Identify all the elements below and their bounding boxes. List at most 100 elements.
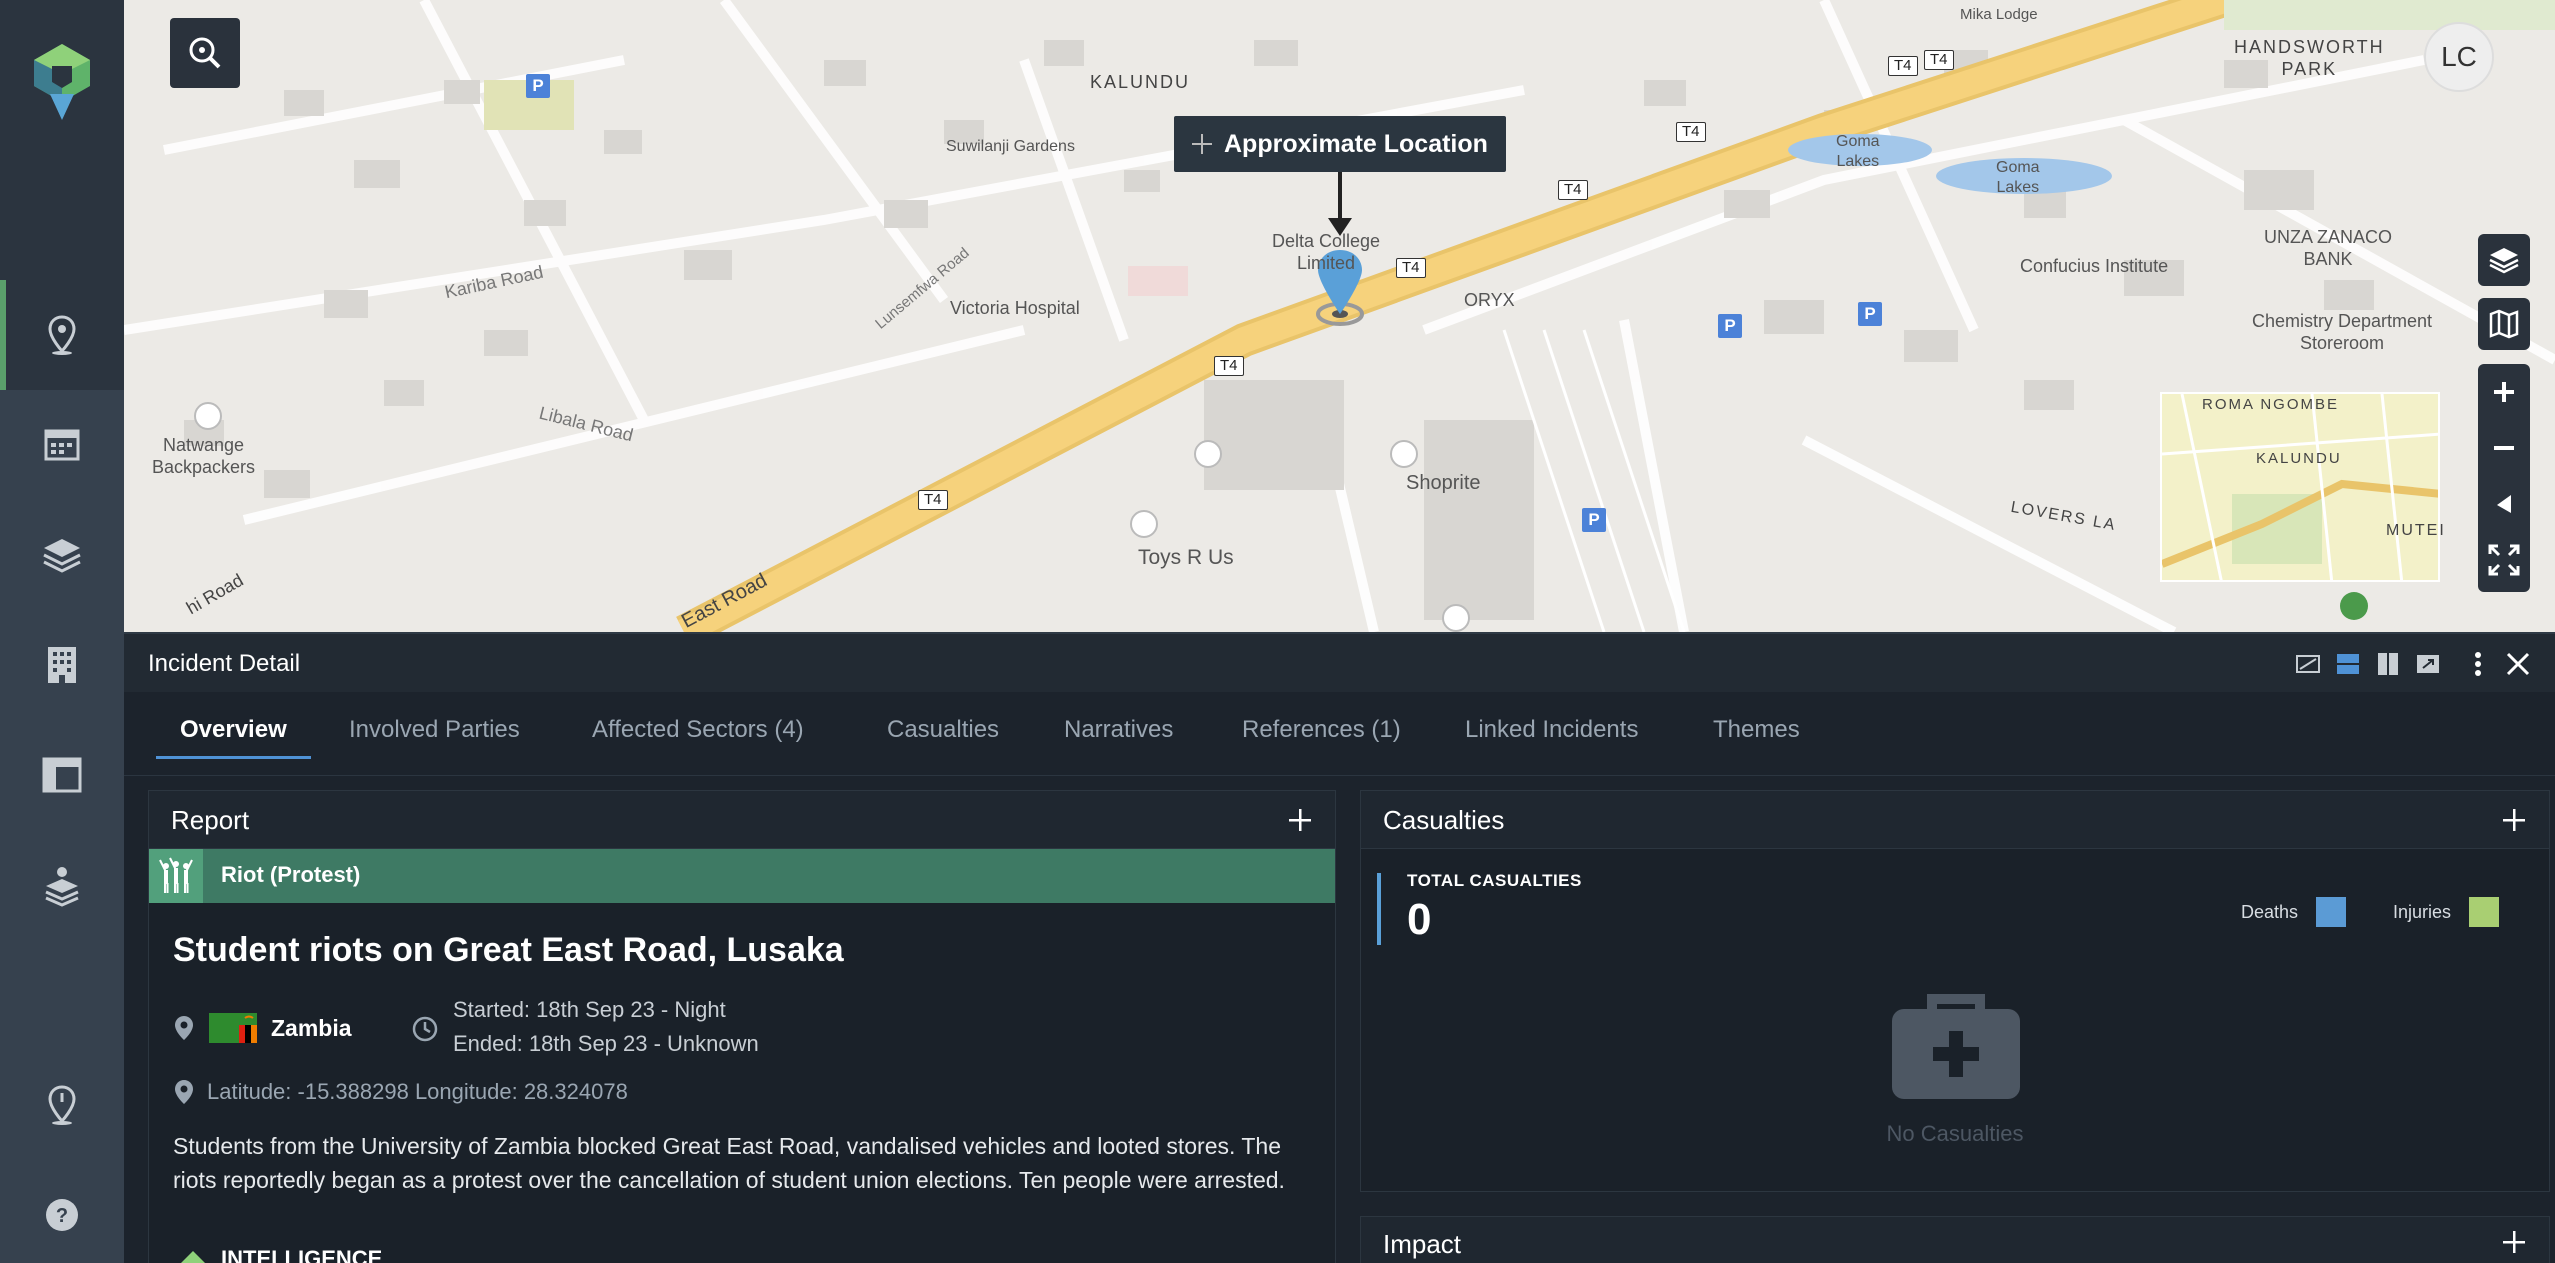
impact-card-title: Impact xyxy=(1383,1229,1462,1259)
nav-calendar[interactable] xyxy=(0,390,124,500)
started-date: Started: 18th Sep 23 - Night xyxy=(453,997,726,1022)
map-search-button[interactable] xyxy=(170,18,240,88)
map-style-button[interactable] xyxy=(2478,298,2530,350)
incident-type-bar: Riot (Protest) xyxy=(149,849,1335,903)
intelligence-section-title: INTELLIGENCE xyxy=(221,1246,383,1263)
tab-involved-parties[interactable]: Involved Parties xyxy=(349,716,520,756)
incident-type-label: Riot (Protest) xyxy=(221,862,361,887)
building-icon xyxy=(48,647,76,683)
crosshair-icon xyxy=(1192,134,1212,154)
svg-text:?: ? xyxy=(56,1205,68,1227)
shop-poi-icon xyxy=(1390,440,1418,468)
location-row: Zambia xyxy=(173,1013,352,1043)
layers-icon xyxy=(43,539,81,573)
stack-icon xyxy=(45,867,79,907)
casualties-card-header: Casualties xyxy=(1361,791,2549,849)
zoom-out-button[interactable] xyxy=(2478,420,2530,476)
casualties-card-title: Casualties xyxy=(1383,805,1505,835)
zoom-in-button[interactable] xyxy=(2478,364,2530,420)
nav-buildings[interactable] xyxy=(0,610,124,720)
map-marker-icon xyxy=(48,315,76,355)
map-label-unza: UNZA ZANACO BANK xyxy=(2264,227,2393,269)
injuries-swatch xyxy=(2469,897,2500,927)
report-card: Report Riot (Protest) Student riots on G… xyxy=(148,790,1336,1263)
deaths-swatch xyxy=(2316,897,2347,927)
map-label-goma-2: Goma Lakes xyxy=(1996,159,2040,196)
map-label-confucius: Confucius Institute xyxy=(2020,256,2169,276)
total-casualties-value: 0 xyxy=(1407,895,1432,944)
split-vertical-icon[interactable] xyxy=(2374,650,2402,678)
map-label-oryx: ORYX xyxy=(1464,290,1515,310)
map-view[interactable]: KALUNDU HANDSWORTH PARK Mika Lodge Suwil… xyxy=(124,0,2555,632)
fullscreen-button[interactable] xyxy=(2478,532,2530,588)
parking-icon: P xyxy=(526,74,550,98)
tab-bar: Overview Involved Parties Affected Secto… xyxy=(124,694,2555,776)
approximate-location-label: Approximate Location xyxy=(1224,129,1488,158)
add-impact-icon[interactable] xyxy=(2501,1229,2527,1255)
tab-casualties[interactable]: Casualties xyxy=(887,716,999,756)
map-label-mutei: MUTEI xyxy=(2386,522,2446,539)
minimap-label-kalundu: KALUNDU xyxy=(2256,450,2342,467)
add-casualty-icon[interactable] xyxy=(2501,807,2527,833)
map-label-kalundu: KALUNDU xyxy=(1090,72,1191,92)
compass-icon xyxy=(2497,495,2511,513)
medical-kit-icon xyxy=(1892,994,2020,1099)
close-icon[interactable] xyxy=(2504,650,2532,678)
nav-layout[interactable] xyxy=(0,720,124,830)
incident-title: Student riots on Great East Road, Lusaka xyxy=(173,931,844,969)
map-label-shoprite: Shoprite xyxy=(1406,472,1481,494)
fullscreen-icon xyxy=(2488,544,2520,576)
coordinates: Latitude: -15.388298 Longitude: 28.32407… xyxy=(207,1079,628,1104)
more-options-icon[interactable] xyxy=(2464,650,2492,678)
tab-references[interactable]: References (1) xyxy=(1242,716,1401,756)
logo-area xyxy=(0,0,124,280)
sidebar: ? xyxy=(0,0,124,1263)
minimize-panel-icon[interactable] xyxy=(2294,650,2322,678)
expand-panel-icon[interactable] xyxy=(2414,650,2442,678)
tab-overview[interactable]: Overview xyxy=(156,716,311,759)
app-logo-icon[interactable] xyxy=(30,42,94,122)
nav-map[interactable] xyxy=(0,280,124,390)
nav-layers[interactable] xyxy=(0,500,124,610)
map-pin-icon xyxy=(175,1016,193,1040)
road-shield: T4 xyxy=(1558,180,1588,200)
tab-linked-incidents[interactable]: Linked Incidents xyxy=(1465,716,1638,756)
impact-card-header: Impact xyxy=(1361,1217,2549,1263)
nav-location[interactable] xyxy=(0,1050,124,1160)
map-fold-icon xyxy=(2489,309,2519,339)
nav-stack[interactable] xyxy=(0,830,124,940)
parking-icon: P xyxy=(1858,302,1882,326)
road-shield: T4 xyxy=(1214,356,1244,376)
layers-button[interactable] xyxy=(2478,234,2530,286)
zoom-controls xyxy=(2478,364,2530,592)
parking-icon: P xyxy=(1582,508,1606,532)
add-report-icon[interactable] xyxy=(1287,807,1313,833)
report-card-header: Report xyxy=(149,791,1335,849)
road-shield: T4 xyxy=(1396,258,1426,278)
map-label-suwilanji: Suwilanji Gardens xyxy=(946,138,1075,155)
plus-icon xyxy=(2494,382,2514,402)
shop-poi-icon xyxy=(1130,510,1158,538)
split-horizontal-icon[interactable] xyxy=(2334,650,2362,678)
panel-title: Incident Detail xyxy=(148,650,301,677)
help-icon: ? xyxy=(46,1199,78,1231)
zambia-flag-icon xyxy=(209,1013,257,1043)
map-label-natwange: Natwange Backpackers xyxy=(152,435,256,477)
minimap[interactable]: ROMA NGOMBE KALUNDU xyxy=(2160,392,2440,582)
road-shield: T4 xyxy=(1676,122,1706,142)
nav-help[interactable]: ? xyxy=(0,1160,124,1263)
legend-injuries: Injuries xyxy=(2393,897,2500,927)
map-label-mika: Mika Lodge xyxy=(1960,6,2038,23)
tab-narratives[interactable]: Narratives xyxy=(1064,716,1173,756)
report-card-title: Report xyxy=(171,805,250,835)
compass-button[interactable] xyxy=(2478,476,2530,532)
country-name: Zambia xyxy=(271,1014,352,1041)
minimap-label-roma: ROMA NGOMBE xyxy=(2202,396,2340,413)
avatar[interactable]: LC xyxy=(2424,22,2494,92)
road-shield: T4 xyxy=(918,490,948,510)
minimap-canvas xyxy=(2162,394,2438,580)
tab-affected-sectors[interactable]: Affected Sectors (4) xyxy=(592,716,804,756)
road-shield: T4 xyxy=(1888,56,1918,76)
shop-poi-icon xyxy=(1442,604,1470,632)
tab-themes[interactable]: Themes xyxy=(1713,716,1800,756)
